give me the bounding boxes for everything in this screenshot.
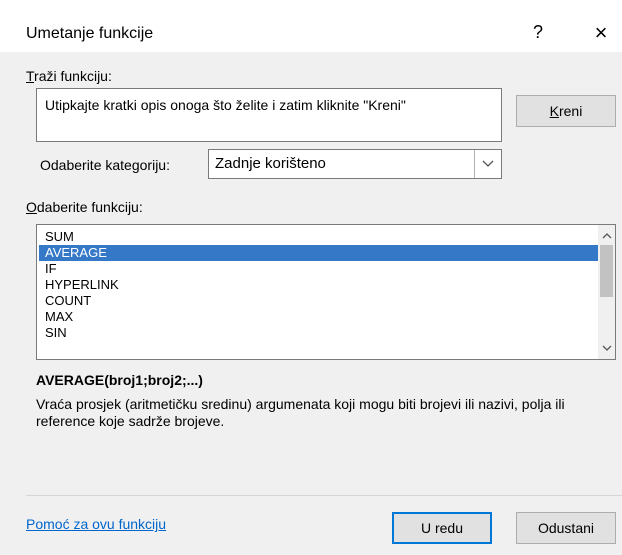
search-input-text: Utipkajte kratki opis onoga što želite i… [45,97,406,113]
search-input[interactable]: Utipkajte kratki opis onoga što želite i… [36,88,502,142]
function-list-item[interactable]: SIN [39,325,601,341]
function-list-item[interactable]: SUM [39,229,601,245]
scroll-down-icon[interactable] [598,340,615,357]
search-label: Traži funkciju: [26,68,112,84]
function-list-item[interactable]: HYPERLINK [39,277,601,293]
function-signature: AVERAGE(broj1;broj2;...) [36,372,203,388]
functions-label: Odaberite funkciju: [26,199,143,215]
title-bar: Umetanje funkcije ? × [0,0,622,52]
search-label-text: raži funkciju: [34,68,112,84]
go-button[interactable]: Kreni [516,95,616,127]
help-link[interactable]: Pomoć za ovu funkciju [26,516,166,532]
category-selected-value: Zadnje korišteno [215,155,326,172]
insert-function-dialog: Umetanje funkcije ? × Traži funkciju: Ut… [0,0,622,555]
scroll-up-icon[interactable] [598,227,615,244]
category-label: Odaberite kategoriju: [40,157,170,173]
function-list[interactable]: SUM AVERAGE IF HYPERLINK COUNT MAX SIN [36,224,616,360]
close-button[interactable]: × [586,18,616,48]
cancel-button[interactable]: Odustani [516,512,616,544]
function-list-item[interactable]: AVERAGE [39,245,601,261]
footer-divider [26,495,622,496]
function-list-item[interactable]: MAX [39,309,601,325]
list-scrollbar[interactable] [598,225,615,359]
function-description: Vraća prosjek (aritmetičku sredinu) argu… [36,396,565,429]
category-select[interactable]: Zadnje korišteno [208,149,502,179]
functions-label-text: daberite funkciju: [36,199,143,215]
function-list-item[interactable]: IF [39,261,601,277]
function-list-item[interactable]: COUNT [39,293,601,309]
chevron-down-icon[interactable] [474,150,501,178]
go-button-text: reni [558,103,583,119]
scroll-thumb[interactable] [600,245,613,297]
help-button[interactable]: ? [524,18,552,46]
function-list-items: SUM AVERAGE IF HYPERLINK COUNT MAX SIN [37,229,601,341]
ok-button[interactable]: U redu [392,512,492,544]
dialog-title: Umetanje funkcije [26,25,154,42]
